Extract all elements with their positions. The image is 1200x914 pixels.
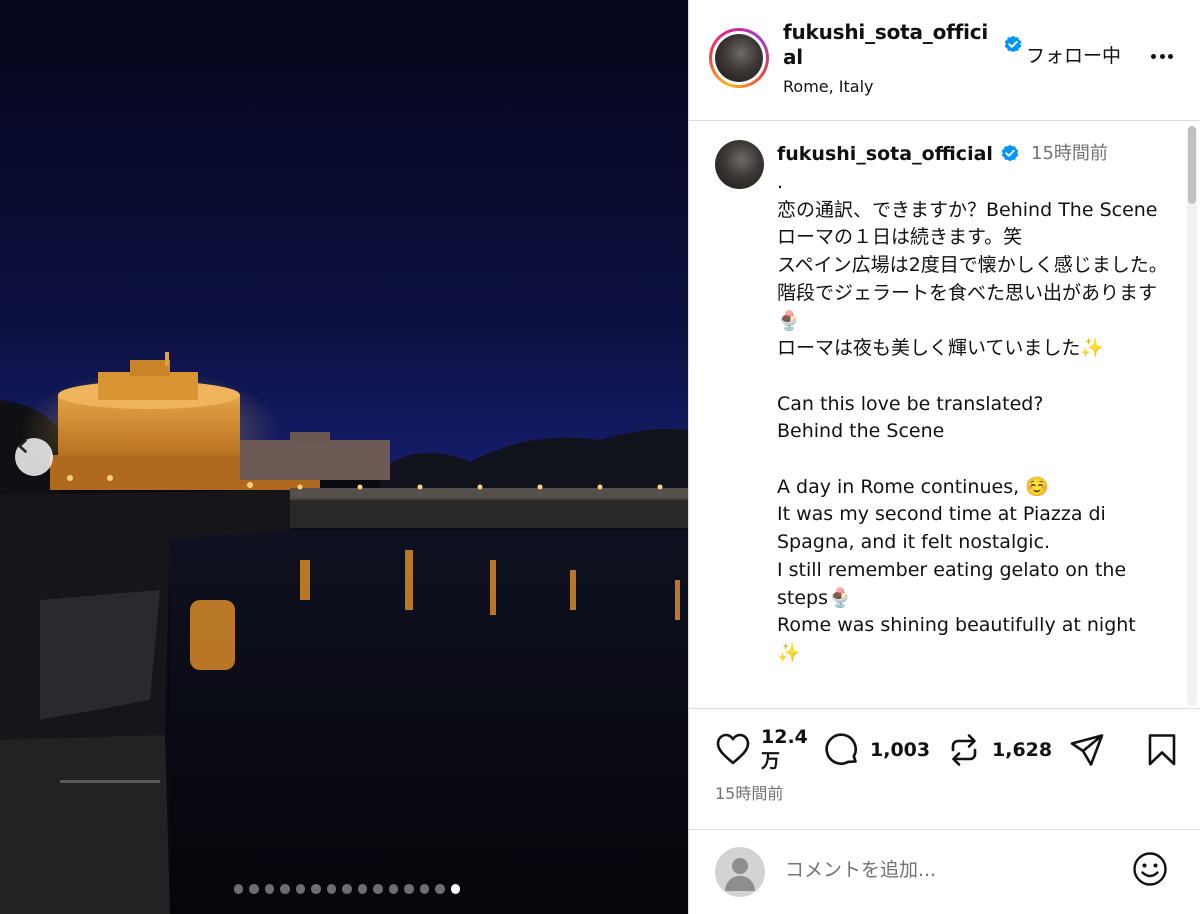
current-user-avatar: [715, 847, 765, 897]
caption-timestamp: 15時間前: [1031, 143, 1108, 164]
avatar: [715, 34, 763, 82]
location-link[interactable]: Rome, Italy: [783, 77, 874, 97]
repost-icon[interactable]: [947, 732, 981, 768]
carousel-dot: [373, 884, 383, 894]
carousel-dot: [342, 884, 352, 894]
chevron-left-icon: [18, 439, 27, 453]
like-count[interactable]: 12.4 万: [761, 725, 808, 773]
carousel-dot: [435, 884, 445, 894]
carousel-dot: [280, 884, 290, 894]
post-header: fukushi_sota_official フォロー中 Rome, Italy: [689, 0, 1200, 121]
like-heart-icon[interactable]: [715, 732, 751, 766]
carousel-dot: [264, 884, 275, 894]
default-user-icon: [725, 858, 755, 891]
carousel-prev-button[interactable]: [15, 438, 53, 476]
carousel-dot: [249, 884, 259, 894]
night-photo-castel-sant-angelo: [0, 0, 688, 914]
caption-username[interactable]: fukushi_sota_official: [777, 142, 993, 166]
post-side-panel: fukushi_sota_official フォロー中 Rome, Italy …: [688, 0, 1200, 914]
verified-badge-icon: [1001, 144, 1019, 162]
emoji-icon[interactable]: [1132, 851, 1168, 887]
carousel-dot: [326, 884, 337, 894]
post-actions: 12.4 万 1,003 1,628 15時間前: [689, 710, 1200, 830]
carousel-dot: [404, 884, 414, 894]
carousel-dot: [419, 884, 430, 894]
repost-count: 1,628: [992, 739, 1053, 761]
caption-text: . 恋の通訳、できますか？Behind The Scene ローマの１日は続きま…: [777, 171, 1168, 664]
avatar-story-ring[interactable]: [709, 28, 769, 88]
comment-bubble-icon[interactable]: [824, 732, 860, 768]
carousel-indicator: [0, 884, 688, 894]
carousel-dot: [357, 884, 368, 894]
carousel-dot: [311, 884, 321, 894]
carousel-dot: [295, 884, 306, 894]
following-button[interactable]: フォロー中: [1026, 44, 1121, 68]
caption-scrollbar[interactable]: [1187, 126, 1197, 706]
comment-input[interactable]: [785, 855, 1115, 885]
carousel-dot: [450, 884, 461, 894]
more-options-icon[interactable]: [1147, 44, 1177, 68]
post-photo[interactable]: [0, 0, 688, 914]
share-send-icon[interactable]: [1069, 732, 1105, 768]
carousel-dot: [388, 884, 399, 894]
save-bookmark-icon[interactable]: [1146, 732, 1178, 768]
caption-avatar[interactable]: [715, 140, 764, 189]
caption-area[interactable]: fukushi_sota_official 15時間前 . 恋の通訳、できますか…: [689, 122, 1200, 709]
comment-bar: [689, 831, 1200, 914]
verified-badge-icon: [1004, 35, 1022, 53]
carousel-dot: [233, 884, 244, 894]
post-timestamp: 15時間前: [715, 784, 784, 803]
comment-count: 1,003: [870, 739, 931, 761]
header-username[interactable]: fukushi_sota_official: [783, 20, 995, 70]
